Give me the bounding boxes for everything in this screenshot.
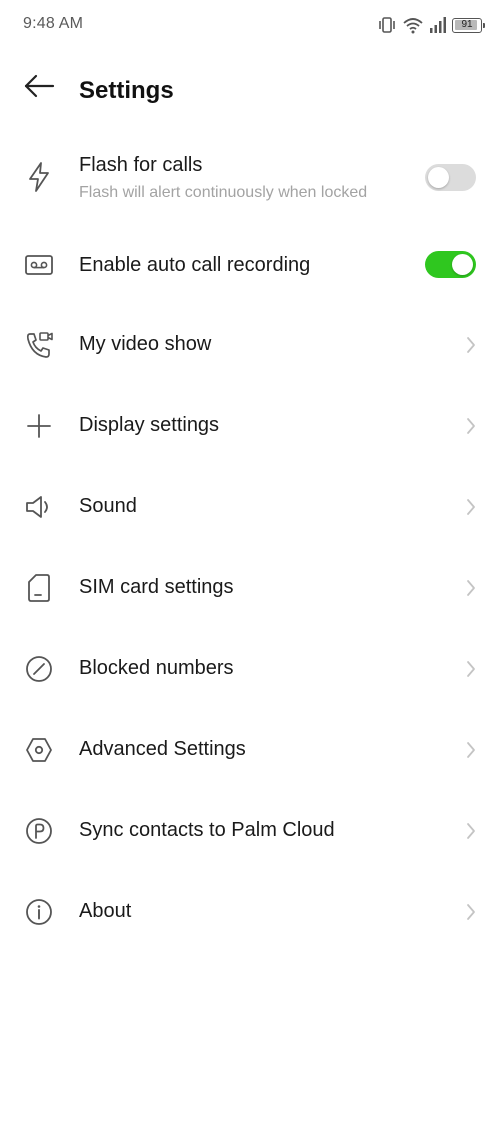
plus-icon — [22, 409, 56, 443]
settings-item-sound[interactable]: Sound — [0, 467, 504, 548]
chevron-right-icon — [464, 334, 478, 356]
vibrate-icon — [377, 16, 397, 34]
info-icon — [22, 895, 56, 929]
settings-item-label: Blocked numbers — [79, 657, 234, 679]
toggle-knob — [428, 167, 449, 188]
back-button[interactable] — [20, 72, 58, 104]
status-time: 9:48 AM — [23, 15, 84, 32]
toggle-knob — [452, 254, 473, 275]
signal-icon — [429, 16, 447, 34]
back-arrow-icon — [23, 74, 55, 103]
battery-icon: 91 — [452, 17, 485, 33]
settings-item-label: About — [79, 900, 132, 922]
header: Settings — [0, 60, 504, 122]
chevron-right-icon — [464, 901, 478, 923]
palm-cloud-icon — [22, 814, 56, 848]
settings-item-display-settings[interactable]: Display settings — [0, 386, 504, 467]
auto-call-recording-label: Enable auto call recording — [79, 254, 311, 276]
wifi-icon — [402, 16, 424, 34]
chevron-right-icon — [464, 658, 478, 680]
settings-item-label: Sync contacts to Palm Cloud — [79, 819, 335, 841]
settings-item-label: Advanced Settings — [79, 738, 246, 760]
settings-item-label: My video show — [79, 333, 212, 355]
chevron-right-icon — [464, 739, 478, 761]
settings-item-label: Sound — [79, 495, 137, 517]
auto-call-recording-toggle[interactable] — [425, 251, 476, 278]
settings-item-sim-card-settings[interactable]: SIM card settings — [0, 548, 504, 629]
settings-item-my-video-show[interactable]: My video show — [0, 305, 504, 386]
hexagon-icon — [22, 733, 56, 767]
voicemail-icon — [22, 248, 56, 282]
status-icons: 91 — [377, 14, 485, 36]
settings-item-label: Display settings — [79, 414, 220, 436]
flash-for-calls-toggle[interactable] — [425, 164, 476, 191]
chevron-right-icon — [464, 577, 478, 599]
chevron-right-icon — [464, 496, 478, 518]
sim-card-icon — [22, 571, 56, 605]
flash-for-calls-row[interactable]: Flash for calls Flash will alert continu… — [0, 140, 504, 220]
settings-item-sync-contacts[interactable]: Sync contacts to Palm Cloud — [0, 791, 504, 872]
flash-icon — [22, 160, 56, 194]
settings-item-advanced-settings[interactable]: Advanced Settings — [0, 710, 504, 791]
flash-for-calls-label: Flash for calls — [79, 154, 203, 176]
status-bar: 9:48 AM 91 — [0, 0, 504, 50]
chevron-right-icon — [464, 415, 478, 437]
settings-item-blocked-numbers[interactable]: Blocked numbers — [0, 629, 504, 710]
page-title: Settings — [79, 77, 174, 104]
speaker-icon — [22, 490, 56, 524]
settings-item-label: SIM card settings — [79, 576, 234, 598]
settings-item-about[interactable]: About — [0, 872, 504, 953]
chevron-right-icon — [464, 820, 478, 842]
flash-for-calls-sublabel: Flash will alert continuously when locke… — [79, 184, 368, 201]
battery-level: 91 — [461, 19, 473, 30]
auto-call-recording-row[interactable]: Enable auto call recording — [0, 225, 504, 305]
video-call-icon — [22, 328, 56, 362]
block-icon — [22, 652, 56, 686]
